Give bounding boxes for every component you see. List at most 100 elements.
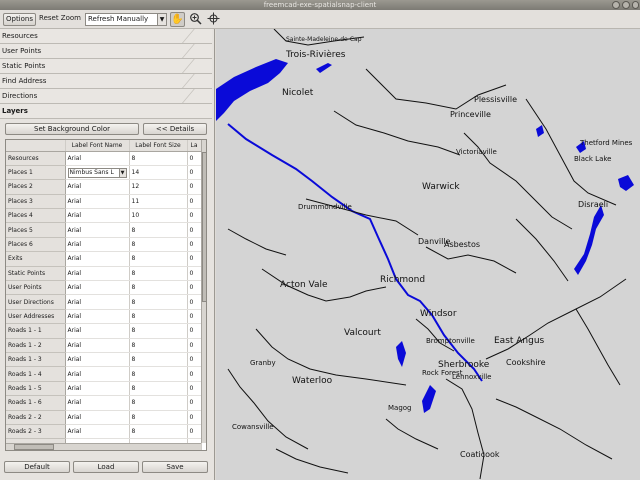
- layer-name-cell[interactable]: Exits: [6, 251, 66, 267]
- table-row[interactable]: Roads 1 - 3 Arial 8 0: [6, 352, 202, 368]
- table-row[interactable]: Roads 1 - 5 Arial 8 0: [6, 381, 202, 397]
- layer-name-cell[interactable]: Roads 1 - 3: [6, 352, 66, 368]
- font-name-cell[interactable]: Arial: [65, 266, 130, 282]
- font-size-cell[interactable]: 11: [129, 194, 188, 210]
- font-name-cell[interactable]: Arial: [65, 280, 130, 296]
- close-icon[interactable]: [632, 1, 639, 9]
- font-name-cell[interactable]: Nimbus Sans L ▼: [65, 165, 130, 181]
- font-size-cell[interactable]: 8: [129, 323, 188, 339]
- layer-name-cell[interactable]: Roads 1 - 6: [6, 395, 66, 411]
- font-name-cell[interactable]: Arial: [65, 294, 130, 310]
- font-name-cell[interactable]: Arial: [65, 366, 130, 382]
- label-cell[interactable]: 0: [187, 323, 202, 339]
- table-row[interactable]: Roads 1 - 1 Arial 8 0: [6, 323, 202, 339]
- table-row[interactable]: Places 3 Arial 11 0: [6, 194, 202, 210]
- table-row[interactable]: Resources Arial 8 0: [6, 151, 202, 166]
- table-row[interactable]: User Points Arial 8 0: [6, 280, 202, 296]
- table-row[interactable]: Places 4 Arial 10 0: [6, 208, 202, 224]
- font-size-cell[interactable]: 8: [129, 410, 188, 425]
- hand-icon[interactable]: ✋: [170, 12, 185, 27]
- column-header[interactable]: [6, 140, 66, 152]
- load-button[interactable]: Load: [73, 461, 139, 473]
- layer-name-cell[interactable]: Roads 1 - 1: [6, 323, 66, 339]
- section-user-points[interactable]: User Points: [0, 44, 224, 59]
- table-row[interactable]: Static Points Arial 8 0: [6, 266, 202, 282]
- refresh-mode-select[interactable]: Refresh Manually ▼: [85, 13, 167, 26]
- set-background-color-button[interactable]: Set Background Color: [5, 123, 139, 135]
- save-button[interactable]: Save: [142, 461, 208, 473]
- label-cell[interactable]: 0: [187, 266, 202, 282]
- horizontal-scrollbar[interactable]: [6, 443, 201, 450]
- table-row[interactable]: Places 5 Arial 8 0: [6, 222, 202, 238]
- table-row[interactable]: Roads 2 - 2 Arial 8 0: [6, 410, 202, 425]
- layer-name-cell[interactable]: User Addresses: [6, 309, 66, 325]
- font-name-cell[interactable]: Arial: [65, 395, 130, 411]
- font-size-cell[interactable]: 12: [129, 179, 188, 195]
- font-size-cell[interactable]: 8: [129, 151, 188, 166]
- font-size-cell[interactable]: 8: [129, 251, 188, 267]
- label-cell[interactable]: 0: [187, 381, 202, 397]
- font-size-cell[interactable]: 8: [129, 338, 188, 353]
- font-name-cell[interactable]: Arial: [65, 323, 130, 339]
- label-cell[interactable]: 0: [187, 338, 202, 353]
- table-row[interactable]: User Directions Arial 8 0: [6, 294, 202, 310]
- label-cell[interactable]: 0: [187, 294, 202, 310]
- maximize-icon[interactable]: [622, 1, 630, 9]
- label-cell[interactable]: 0: [187, 151, 202, 166]
- font-name-cell[interactable]: Arial: [65, 309, 130, 325]
- layer-name-cell[interactable]: Places 4: [6, 208, 66, 224]
- label-cell[interactable]: 0: [187, 424, 202, 440]
- font-name-cell[interactable]: Arial: [65, 222, 130, 238]
- section-resources[interactable]: Resources: [0, 29, 224, 44]
- column-header[interactable]: Label Font Size: [129, 140, 188, 152]
- label-cell[interactable]: 0: [187, 251, 202, 267]
- reset-zoom-button[interactable]: Reset Zoom: [38, 13, 82, 26]
- font-name-cell[interactable]: Arial: [65, 208, 130, 224]
- font-size-cell[interactable]: 8: [129, 309, 188, 325]
- font-name-cell[interactable]: Arial: [65, 381, 130, 397]
- zoom-icon[interactable]: [188, 12, 203, 27]
- default-button[interactable]: Default: [4, 461, 70, 473]
- font-size-cell[interactable]: 8: [129, 395, 188, 411]
- layer-name-cell[interactable]: Roads 1 - 4: [6, 366, 66, 382]
- font-size-cell[interactable]: 10: [129, 208, 188, 224]
- label-cell[interactable]: 0: [187, 208, 202, 224]
- font-name-cell[interactable]: Arial: [65, 194, 130, 210]
- minimize-icon[interactable]: [612, 1, 620, 9]
- font-name-cell[interactable]: Arial: [65, 352, 130, 368]
- font-name-cell[interactable]: Arial: [65, 338, 130, 353]
- layer-name-cell[interactable]: Places 6: [6, 237, 66, 253]
- font-size-cell[interactable]: 8: [129, 352, 188, 368]
- font-combo[interactable]: Nimbus Sans L ▼: [67, 167, 127, 178]
- font-name-cell[interactable]: Arial: [65, 151, 130, 166]
- table-row[interactable]: Roads 1 - 6 Arial 8 0: [6, 395, 202, 411]
- font-size-cell[interactable]: 8: [129, 266, 188, 282]
- layer-name-cell[interactable]: Roads 2 - 3: [6, 424, 66, 440]
- section-static-points[interactable]: Static Points: [0, 59, 224, 74]
- layer-name-cell[interactable]: User Points: [6, 280, 66, 296]
- layer-name-cell[interactable]: Places 5: [6, 222, 66, 238]
- layer-name-cell[interactable]: Resources: [6, 151, 66, 166]
- section-find-address[interactable]: Find Address: [0, 74, 224, 89]
- font-name-cell[interactable]: Arial: [65, 424, 130, 440]
- font-size-cell[interactable]: 8: [129, 222, 188, 238]
- details-button[interactable]: << Details: [143, 123, 207, 135]
- table-row[interactable]: Roads 1 - 2 Arial 8 0: [6, 338, 202, 353]
- font-size-cell[interactable]: 8: [129, 294, 188, 310]
- layer-name-cell[interactable]: User Directions: [6, 294, 66, 310]
- label-cell[interactable]: 0: [187, 222, 202, 238]
- font-size-cell[interactable]: 14: [129, 165, 188, 181]
- map-canvas[interactable]: Sainte-Madeleine-de-Cap Trois-Rivières Nic…: [216, 29, 640, 480]
- label-cell[interactable]: 0: [187, 179, 202, 195]
- label-cell[interactable]: 0: [187, 366, 202, 382]
- font-size-cell[interactable]: 8: [129, 237, 188, 253]
- section-layers[interactable]: Layers: [0, 104, 212, 119]
- crosshair-icon[interactable]: [206, 12, 221, 27]
- label-cell[interactable]: 0: [187, 352, 202, 368]
- layer-name-cell[interactable]: Roads 1 - 2: [6, 338, 66, 353]
- layer-name-cell[interactable]: Places 3: [6, 194, 66, 210]
- layer-name-cell[interactable]: Roads 1 - 5: [6, 381, 66, 397]
- font-size-cell[interactable]: 8: [129, 366, 188, 382]
- font-size-cell[interactable]: 8: [129, 381, 188, 397]
- label-cell[interactable]: 0: [187, 237, 202, 253]
